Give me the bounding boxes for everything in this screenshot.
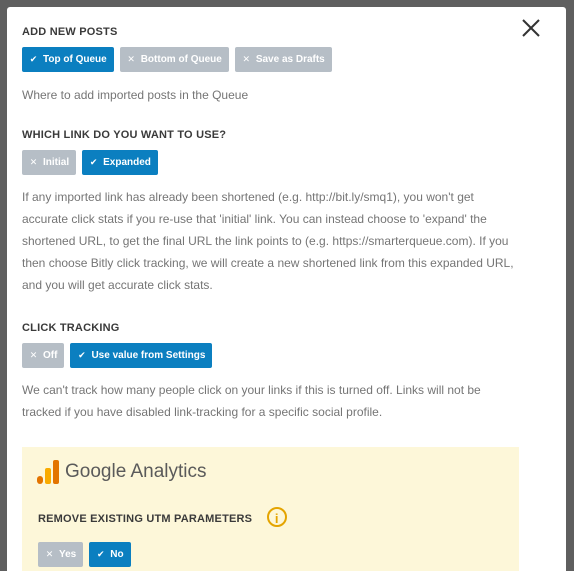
option-no[interactable]: ✔ No: [89, 542, 131, 567]
utm-options: ✕ Yes ✔ No: [38, 542, 131, 567]
info-icon[interactable]: i: [266, 507, 287, 527]
option-expanded[interactable]: ✔ Expanded: [82, 150, 158, 175]
link-choice-section: WHICH LINK DO YOU WANT TO USE? ✕ Initial…: [22, 129, 522, 296]
option-top-of-queue[interactable]: ✔ Top of Queue: [22, 47, 114, 72]
option-use-value-from-settings[interactable]: ✔ Use value from Settings: [70, 343, 213, 368]
link-options: ✕ Initial ✔ Expanded: [22, 150, 522, 175]
click-tracking-section: CLICK TRACKING ✕ Off ✔ Use value from Se…: [22, 322, 522, 423]
analytics-bars-icon: [37, 460, 59, 484]
section-heading: ADD NEW POSTS: [22, 26, 118, 38]
x-icon: ✕: [242, 54, 251, 64]
google-analytics-logo: Google Analytics: [37, 460, 207, 484]
option-yes[interactable]: ✕ Yes: [38, 542, 84, 567]
x-icon: ✕: [127, 54, 135, 64]
check-icon: ✔: [89, 157, 98, 167]
x-icon: ✕: [29, 350, 38, 360]
check-icon: ✔: [96, 549, 105, 559]
close-icon[interactable]: [519, 16, 543, 40]
option-initial[interactable]: ✕ Initial: [22, 150, 77, 175]
google-analytics-panel: Google Analytics REMOVE EXISTING UTM PAR…: [22, 447, 519, 571]
option-save-as-drafts[interactable]: ✕ Save as Drafts: [234, 47, 332, 72]
x-icon: ✕: [45, 549, 54, 559]
option-bottom-of-queue[interactable]: ✕ Bottom of Queue: [119, 47, 229, 72]
utm-heading-row: REMOVE EXISTING UTM PARAMETERS i: [38, 507, 287, 528]
google-analytics-text: Google Analytics: [65, 461, 207, 482]
section-heading: CLICK TRACKING: [22, 322, 120, 334]
import-settings-modal: ADD NEW POSTS ✔ Top of Queue ✕ Bottom of…: [7, 7, 566, 571]
section-heading: REMOVE EXISTING UTM PARAMETERS: [38, 513, 253, 526]
section-heading: WHICH LINK DO YOU WANT TO USE?: [22, 129, 227, 141]
section-description: Where to add imported posts in the Queue: [22, 88, 249, 102]
click-tracking-options: ✕ Off ✔ Use value from Settings: [22, 343, 522, 368]
check-icon: ✔: [78, 350, 86, 360]
option-off[interactable]: ✕ Off: [22, 343, 65, 368]
add-new-posts-section: ADD NEW POSTS ✔ Top of Queue ✕ Bottom of…: [22, 26, 522, 106]
x-icon: ✕: [29, 157, 38, 167]
check-icon: ✔: [29, 54, 38, 64]
section-description: If any imported link has already been sh…: [22, 190, 514, 292]
queue-position-options: ✔ Top of Queue ✕ Bottom of Queue ✕ Save …: [22, 47, 522, 72]
section-description: We can't track how many people click on …: [22, 383, 481, 419]
